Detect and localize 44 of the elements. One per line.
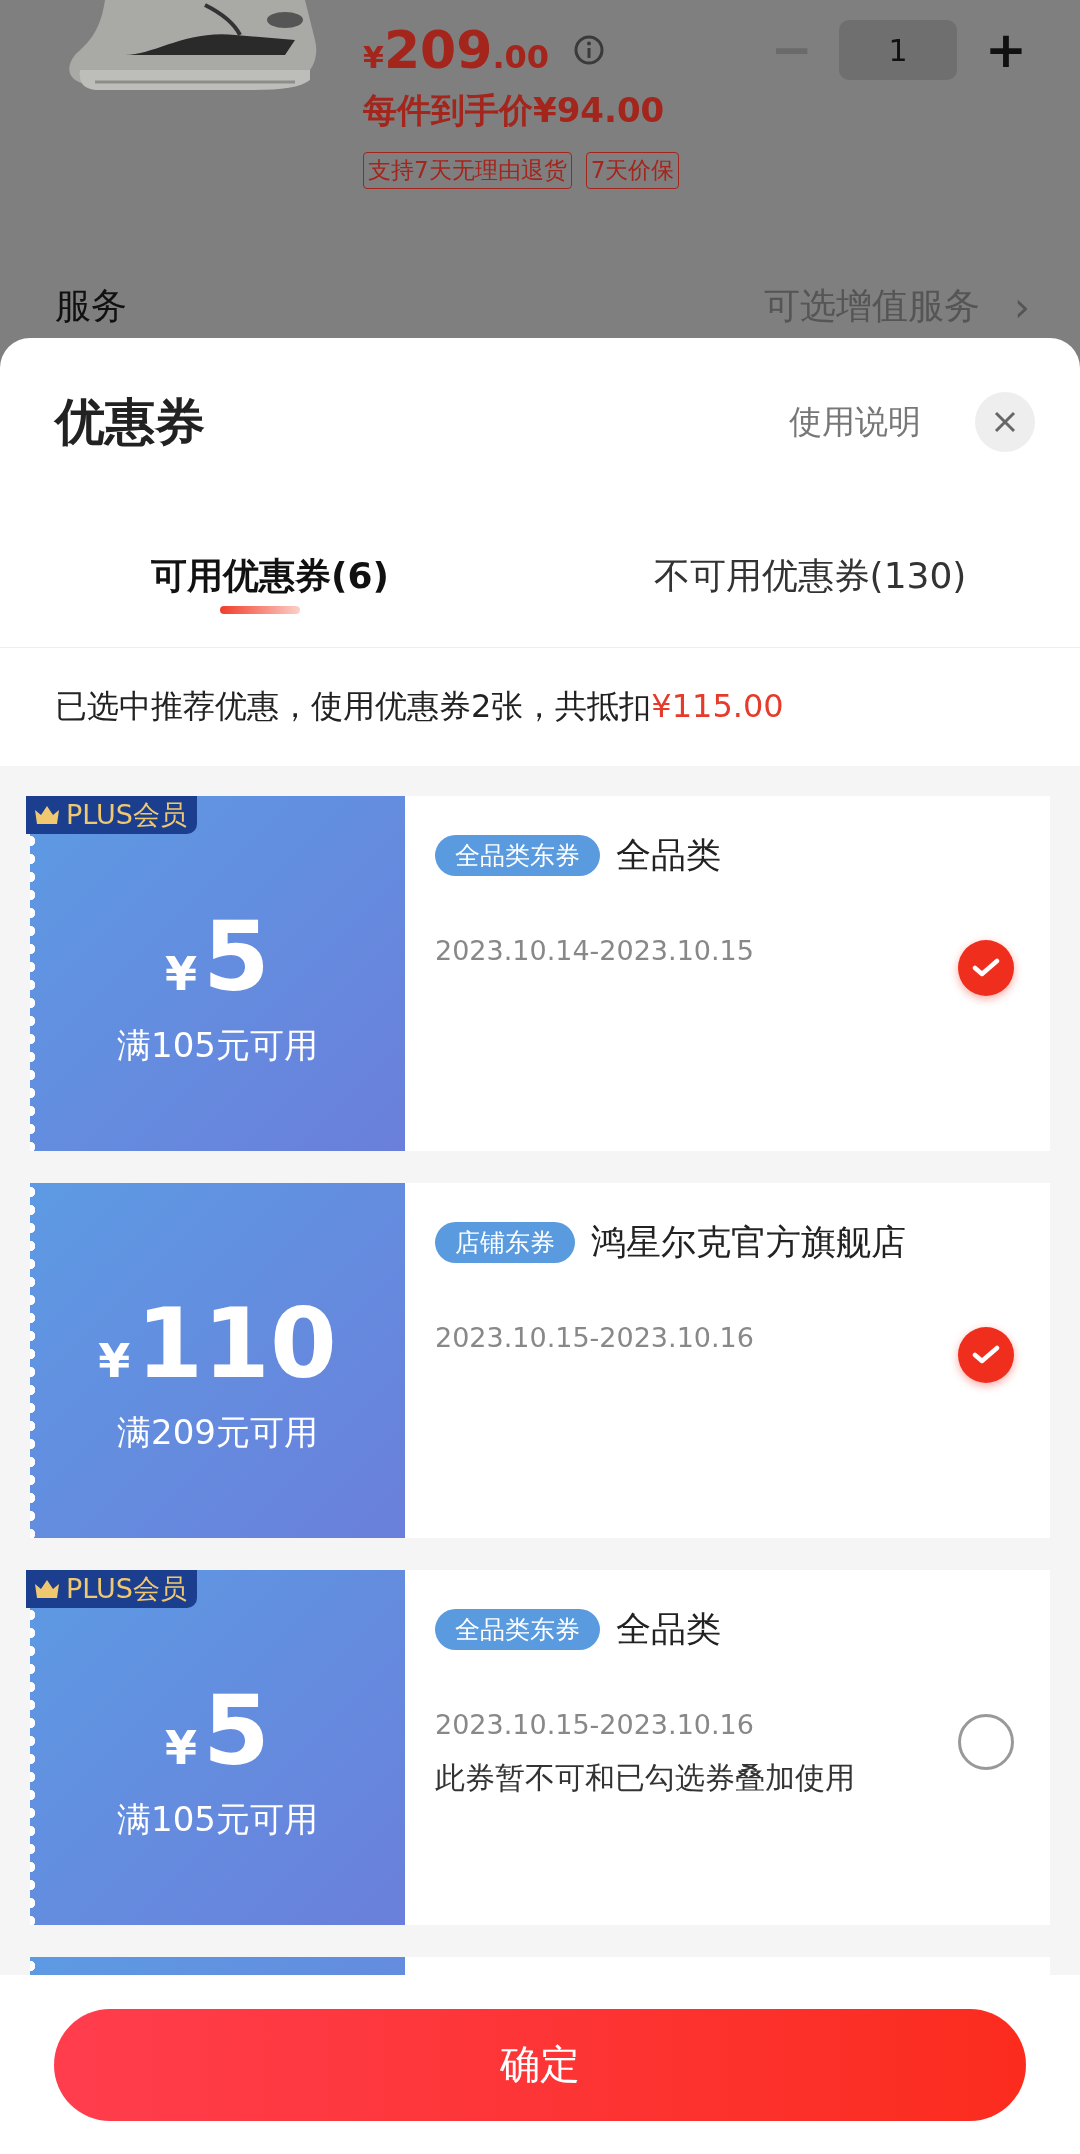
coupon-type-tag: 全品类东券 — [435, 1609, 600, 1650]
sheet-title: 优惠券 — [55, 391, 205, 453]
coupon-checkbox[interactable] — [958, 940, 1014, 996]
coupon-condition: 满209元可用 — [117, 1410, 318, 1454]
crown-icon — [34, 1579, 60, 1599]
service-tag: 支持7天无理由退货 — [363, 152, 572, 189]
coupon-dates: 2023.10.14-2023.10.15 — [435, 935, 755, 966]
coupon-title: 全品类 — [616, 834, 721, 877]
confirm-button[interactable]: 确定 — [54, 2008, 1026, 2121]
final-price: 每件到手价¥94.00 — [363, 89, 666, 132]
info-icon[interactable] — [573, 34, 606, 66]
coupon-tab[interactable]: 可用优惠券(6) — [0, 506, 540, 647]
coupon-type-tag: 店铺东券 — [435, 1222, 575, 1263]
plus-button[interactable]: + — [985, 25, 1025, 75]
coupon-dates: 2023.10.15-2023.10.16 — [435, 1322, 755, 1353]
quantity-field[interactable]: 1 — [839, 20, 957, 80]
check-icon — [972, 958, 1000, 978]
crown-icon — [34, 805, 60, 825]
coupon-tab[interactable]: 不可用优惠券(130) — [540, 506, 1080, 647]
coupon-checkbox[interactable] — [958, 1714, 1014, 1770]
coupon-dates: 2023.10.15-2023.10.16 — [435, 1709, 755, 1740]
coupon-note: 此券暂不可和已勾选券叠加使用 — [435, 1759, 856, 1797]
coupon-condition: 满105元可用 — [117, 1797, 318, 1841]
selection-summary: 已选中推荐优惠，使用优惠券2张，共抵扣¥115.00 — [54, 686, 785, 727]
coupon-amount: 5 — [203, 908, 270, 1005]
close-icon — [993, 410, 1017, 434]
coupon-title: 鸿星尔克官方旗舰店 — [591, 1221, 906, 1264]
usage-link[interactable]: 使用说明 — [789, 399, 921, 445]
coupon-type-tag: 全品类东券 — [435, 835, 600, 876]
currency-symbol: ¥ — [165, 946, 198, 1001]
coupon-condition: 满105元可用 — [117, 1023, 318, 1067]
badge-label: PLUS会员 — [66, 1572, 187, 1606]
check-icon — [972, 1345, 1000, 1365]
product-price: ¥209.00 — [363, 20, 550, 80]
coupon-amount: 5 — [203, 1682, 270, 1779]
coupon-title: 全品类 — [616, 1608, 721, 1651]
service-tag: 7天价保 — [585, 152, 680, 189]
coupon-checkbox[interactable] — [958, 1327, 1014, 1383]
currency-symbol: ¥ — [165, 1720, 198, 1775]
badge-label: PLUS会员 — [66, 798, 187, 832]
currency-symbol: ¥ — [98, 1333, 131, 1388]
service-label: 服务 — [55, 284, 127, 328]
coupon-amount: 110 — [136, 1295, 337, 1392]
coupon-card[interactable]: ¥110 满209元可用 店铺东券 鸿星尔克官方旗舰店 2023.10.15-2023.10.16 — [30, 1183, 1050, 1538]
